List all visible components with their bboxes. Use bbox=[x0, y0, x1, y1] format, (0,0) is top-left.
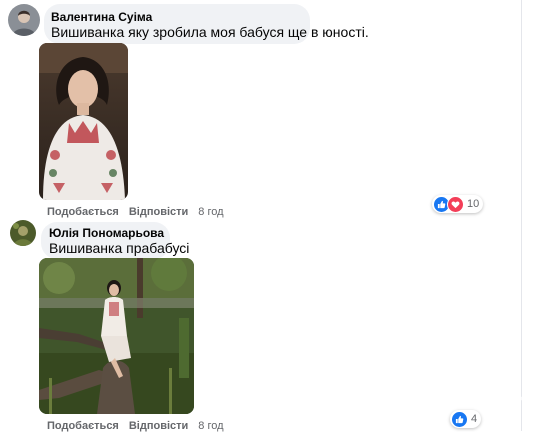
love-reaction-icon bbox=[447, 195, 464, 213]
comment-actions: Подобається Відповісти 8 год bbox=[47, 420, 224, 432]
reply-link[interactable]: Відповісти bbox=[129, 420, 188, 432]
like-link[interactable]: Подобається bbox=[47, 206, 119, 218]
avatar[interactable] bbox=[10, 220, 36, 246]
comment-text: Вишиванка прабабусі bbox=[49, 240, 190, 256]
comment-author[interactable]: Юлія Пономарьова bbox=[49, 226, 164, 240]
photo-woman-portrait bbox=[39, 43, 128, 200]
reactions-summary[interactable]: 4 bbox=[450, 410, 482, 428]
comment-photo[interactable] bbox=[39, 258, 194, 414]
comment-time[interactable]: 8 год bbox=[198, 206, 223, 218]
comment-photo[interactable] bbox=[39, 43, 128, 200]
photo-woman-in-garden bbox=[39, 258, 194, 414]
comment-author[interactable]: Валентина Суіма bbox=[51, 10, 152, 24]
like-reaction-icon bbox=[451, 410, 468, 428]
comment-actions: Подобається Відповісти 8 год bbox=[47, 206, 224, 218]
reaction-count: 10 bbox=[467, 198, 480, 210]
avatar-photo-2 bbox=[10, 220, 36, 246]
avatar[interactable] bbox=[8, 4, 40, 36]
watermark-text: OBOZ.UA bbox=[432, 376, 537, 406]
reactions-summary[interactable]: 10 bbox=[432, 195, 484, 213]
reply-link[interactable]: Відповісти bbox=[129, 206, 188, 218]
like-link[interactable]: Подобається bbox=[47, 420, 119, 432]
avatar-photo-1 bbox=[8, 4, 40, 36]
scrollbar[interactable] bbox=[521, 0, 537, 431]
comment-text: Вишиванка яку зробила моя бабуся ще в юн… bbox=[51, 24, 369, 40]
reaction-count: 4 bbox=[471, 413, 478, 425]
watermark-logo-icon bbox=[381, 369, 425, 413]
comment-time[interactable]: 8 год bbox=[198, 420, 223, 432]
